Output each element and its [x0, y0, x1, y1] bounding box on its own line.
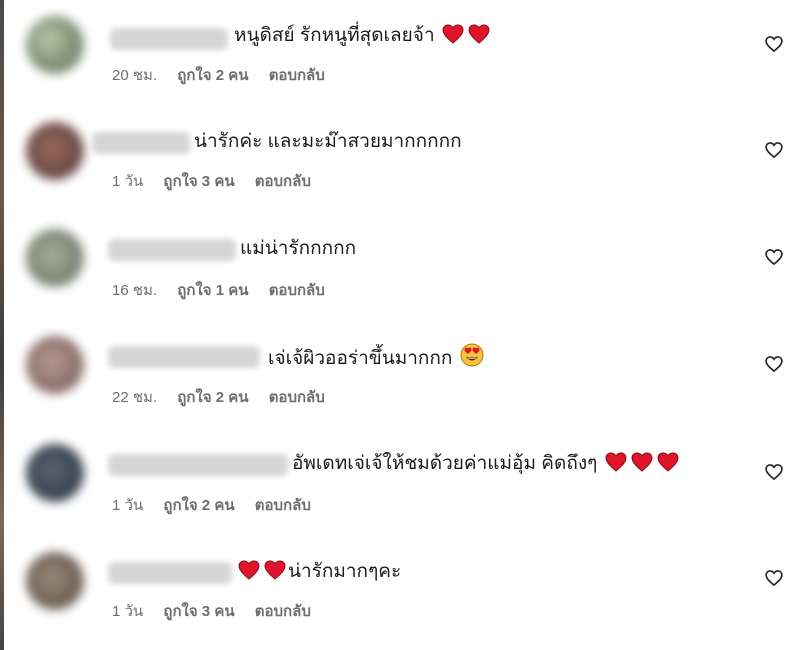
red-heart-emoji	[264, 560, 286, 588]
username-blurred[interactable]	[108, 454, 288, 476]
like-count[interactable]: ถูกใจ 2 คน	[163, 496, 234, 516]
comment-meta: 1 วัน ถูกใจ 2 คน ตอบกลับ	[112, 496, 327, 516]
comment-text-content: น่ารักมากๆคะ	[288, 561, 402, 582]
comment-text-content: แม่น่ารักกกกก	[240, 238, 357, 259]
comment-text-content: น่ารักค่ะ และมะม๊าสวยมากกกกก	[194, 131, 462, 152]
reply-button[interactable]: ตอบกลับ	[269, 281, 325, 301]
username-blurred[interactable]	[108, 346, 260, 368]
comment-text: น่ารักมากๆคะ	[236, 559, 401, 588]
reply-button[interactable]: ตอบกลับ	[269, 388, 325, 408]
red-heart-emoji	[605, 452, 627, 480]
reply-button[interactable]: ตอบกลับ	[255, 496, 311, 516]
comment-time[interactable]: 20 ชม.	[112, 66, 157, 86]
avatar[interactable]	[26, 552, 84, 610]
heart-outline-icon[interactable]	[764, 462, 784, 482]
red-heart-emoji	[631, 452, 653, 480]
red-heart-emoji	[468, 24, 490, 52]
like-count[interactable]: ถูกใจ 2 คน	[177, 66, 248, 86]
comment-item: แม่น่ารักกกกก 16 ชม. ถูกใจ 1 คน ตอบกลับ	[0, 213, 800, 313]
comment-meta: 1 วัน ถูกใจ 3 คน ตอบกลับ	[112, 172, 327, 192]
heart-outline-icon[interactable]	[764, 34, 784, 54]
comment-text: เจ่เจ้ผิวออร่าขึ้นมากกก	[268, 343, 486, 375]
comment-time[interactable]: 22 ชม.	[112, 388, 157, 408]
comment-time[interactable]: 1 วัน	[112, 172, 143, 192]
heart-outline-icon[interactable]	[764, 354, 784, 374]
comment-time[interactable]: 16 ชม.	[112, 281, 157, 301]
avatar[interactable]	[26, 122, 84, 180]
username-blurred[interactable]	[92, 132, 190, 154]
like-count[interactable]: ถูกใจ 3 คน	[163, 602, 234, 622]
avatar[interactable]	[26, 336, 84, 394]
avatar[interactable]	[26, 444, 84, 502]
comment-meta: 16 ชม. ถูกใจ 1 คน ตอบกลับ	[112, 281, 341, 301]
comments-panel: หนูดิสย์ รักหนูที่สุดเลยจ้า 20 ชม. ถูกใจ…	[0, 0, 800, 650]
comment-item: หนูดิสย์ รักหนูที่สุดเลยจ้า 20 ชม. ถูกใจ…	[0, 0, 800, 100]
like-count[interactable]: ถูกใจ 3 คน	[163, 172, 234, 192]
like-count[interactable]: ถูกใจ 1 คน	[177, 281, 248, 301]
comment-time[interactable]: 1 วัน	[112, 496, 143, 516]
username-blurred[interactable]	[110, 28, 228, 50]
comment-text: อัพเดทเจ่เจ้ให้ชมด้วยค่าแม่อุ้ม คิดถึงๆ	[292, 451, 681, 480]
heart-outline-icon[interactable]	[764, 140, 784, 160]
red-heart-emoji	[442, 24, 464, 52]
avatar[interactable]	[26, 229, 84, 287]
reply-button[interactable]: ตอบกลับ	[255, 172, 311, 192]
avatar[interactable]	[26, 16, 84, 74]
comment-meta: 1 วัน ถูกใจ 3 คน ตอบกลับ	[112, 602, 327, 622]
comment-item: อัพเดทเจ่เจ้ให้ชมด้วยค่าแม่อุ้ม คิดถึงๆ …	[0, 428, 800, 528]
comment-meta: 22 ชม. ถูกใจ 2 คน ตอบกลับ	[112, 388, 341, 408]
red-heart-emoji	[657, 452, 679, 480]
reply-button[interactable]: ตอบกลับ	[269, 66, 325, 86]
comment-text-content: หนูดิสย์ รักหนูที่สุดเลยจ้า	[234, 25, 435, 46]
username-blurred[interactable]	[108, 562, 232, 584]
like-count[interactable]: ถูกใจ 2 คน	[177, 388, 248, 408]
heart-eyes-emoji	[460, 343, 484, 375]
comment-item: น่ารักมากๆคะ 1 วัน ถูกใจ 3 คน ตอบกลับ	[0, 536, 800, 636]
comment-text: แม่น่ารักกกกก	[240, 236, 356, 262]
comment-item: เจ่เจ้ผิวออร่าขึ้นมากกก 22 ชม. ถูกใจ 2 ค…	[0, 320, 800, 420]
red-heart-emoji	[238, 560, 260, 588]
comment-meta: 20 ชม. ถูกใจ 2 คน ตอบกลับ	[112, 66, 341, 86]
comment-time[interactable]: 1 วัน	[112, 602, 143, 622]
comment-text-content: อัพเดทเจ่เจ้ให้ชมด้วยค่าแม่อุ้ม คิดถึงๆ	[292, 453, 598, 474]
comment-text: หนูดิสย์ รักหนูที่สุดเลยจ้า	[234, 23, 492, 52]
comment-text-content: เจ่เจ้ผิวออร่าขึ้นมากกก	[268, 348, 453, 369]
heart-outline-icon[interactable]	[764, 247, 784, 267]
username-blurred[interactable]	[108, 239, 236, 261]
reply-button[interactable]: ตอบกลับ	[255, 602, 311, 622]
comment-item: น่ารักค่ะ และมะม๊าสวยมากกกกก 1 วัน ถูกใจ…	[0, 106, 800, 206]
heart-outline-icon[interactable]	[764, 568, 784, 588]
comment-text: น่ารักค่ะ และมะม๊าสวยมากกกกก	[194, 129, 462, 155]
